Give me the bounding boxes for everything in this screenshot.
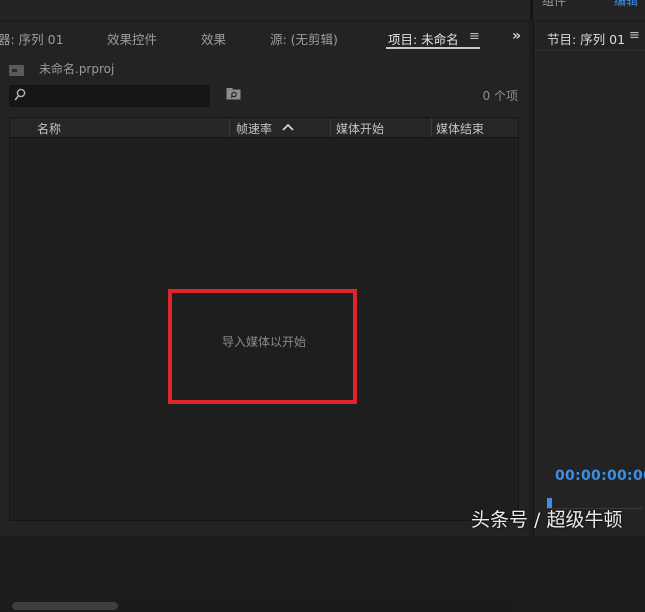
tab-bar-divider — [534, 50, 645, 51]
tab-effect-controls[interactable]: 效果控件 — [107, 29, 157, 48]
workspace-label-edit[interactable]: 编辑 — [614, 0, 638, 9]
program-monitor-panel: 节目: 序列 01 ≡ 00:00:00:00 — [533, 22, 645, 536]
search-input[interactable] — [9, 85, 210, 107]
column-header-media-end[interactable]: 媒体结束 — [436, 120, 484, 137]
tab-program[interactable]: 节目: 序列 01 — [547, 29, 625, 48]
new-search-bin-icon[interactable] — [226, 88, 241, 100]
program-panel-menu-icon[interactable]: ≡ — [629, 28, 640, 43]
column-separator[interactable] — [229, 118, 230, 137]
horizontal-scrollbar[interactable] — [10, 600, 518, 612]
project-panel: 器: 序列 01 效果控件 效果 源: (无剪辑) 项目: 未命名 ≡ » 未命… — [0, 22, 529, 612]
column-header-media-start[interactable]: 媒体开始 — [336, 120, 384, 137]
tab-sequence-monitor[interactable]: 器: 序列 01 — [0, 29, 64, 48]
tab-source[interactable]: 源: (无剪辑) — [270, 29, 338, 48]
tab-overflow-icon[interactable]: » — [512, 28, 521, 44]
tab-effects[interactable]: 效果 — [201, 29, 226, 48]
panel-tab-bar: 器: 序列 01 效果控件 效果 源: (无剪辑) 项目: 未命名 ≡ » — [0, 22, 529, 52]
watermark-text: 头条号 / 超级牛顿 — [471, 509, 623, 531]
item-count: 0 个项 — [482, 89, 518, 103]
tab-project[interactable]: 项目: 未命名 — [388, 29, 459, 48]
column-header-name[interactable]: 名称 — [37, 120, 61, 137]
column-separator[interactable] — [330, 118, 331, 137]
project-file-icon — [9, 65, 24, 76]
column-separator[interactable] — [431, 118, 432, 137]
top-strip: 组件 编辑 — [0, 0, 645, 20]
highlight-annotation-box — [168, 289, 357, 404]
active-tab-underline — [386, 47, 480, 49]
panel-menu-icon[interactable]: ≡ — [469, 29, 480, 44]
scrollbar-thumb[interactable] — [12, 602, 118, 610]
project-filename: 未命名.prproj — [39, 62, 115, 76]
panel-divider — [530, 0, 533, 20]
column-header-frame-rate[interactable]: 帧速率 — [236, 120, 272, 137]
playhead-timecode[interactable]: 00:00:00:00 — [555, 468, 645, 484]
project-media-table[interactable]: 名称 帧速率 媒体开始 媒体结束 导入媒体以开始 — [9, 117, 519, 612]
search-icon — [14, 88, 26, 101]
sort-ascending-icon[interactable] — [281, 121, 295, 133]
table-header: 名称 帧速率 媒体开始 媒体结束 — [10, 118, 518, 138]
workspace-label-components[interactable]: 组件 — [542, 0, 566, 9]
